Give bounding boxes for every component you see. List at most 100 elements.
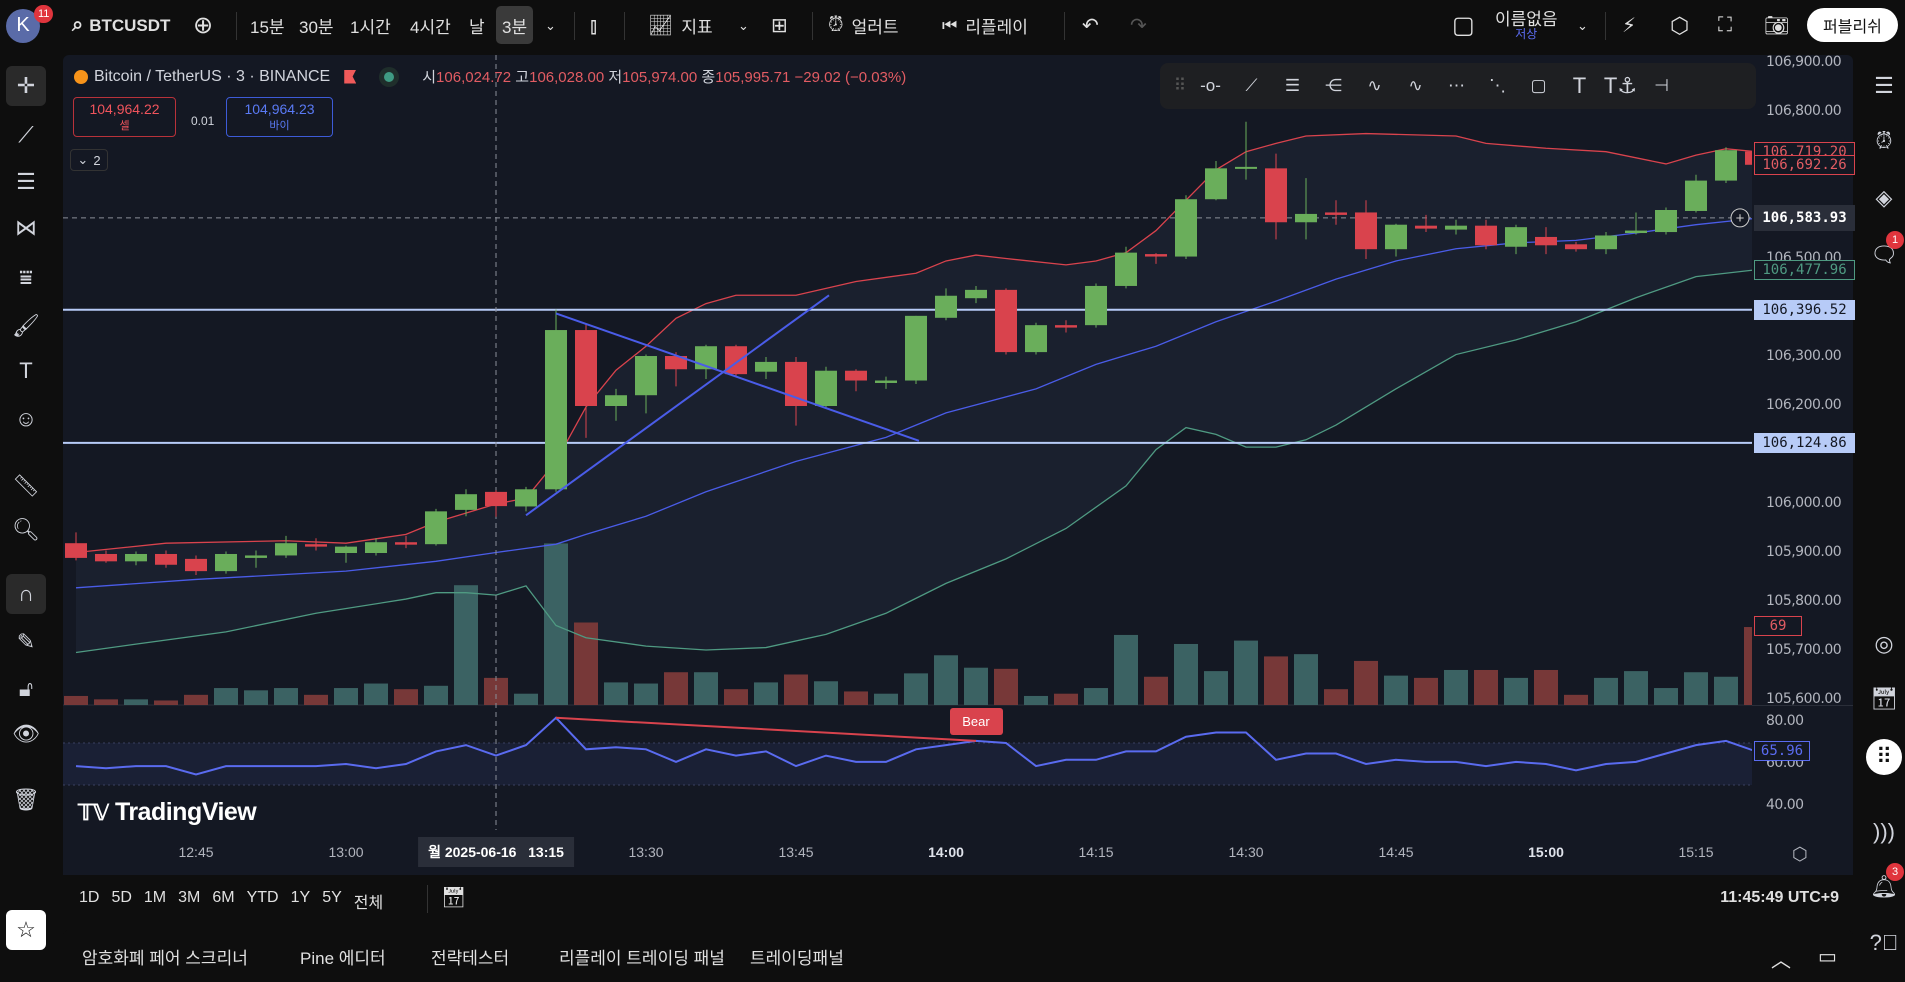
volume-bar: [64, 695, 88, 705]
lock-drawings-tool[interactable]: 🔓︎: [6, 669, 46, 709]
interval-3m-active[interactable]: 3분: [496, 6, 534, 44]
pane-divider[interactable]: [1752, 705, 1853, 706]
chats-button[interactable]: 🗨︎ 1: [1866, 231, 1904, 273]
fib-retracement-tool[interactable]: ⋯: [1436, 66, 1477, 106]
chart-canvas[interactable]: Bear +: [63, 55, 1752, 830]
indicators-dropdown[interactable]: ⌄: [738, 0, 749, 51]
tab-trading-panel[interactable]: 트레이딩패널: [750, 944, 844, 969]
text-tool[interactable]: T: [6, 351, 46, 391]
rectangle-tool[interactable]: ▢: [1518, 66, 1559, 106]
tab-crypto-screener[interactable]: 암호화폐 페어 스크리너: [82, 944, 248, 969]
forecast-tool[interactable]: ⩸: [6, 258, 46, 298]
trendline-tool[interactable]: ⟋: [6, 115, 46, 155]
volume-bar: [1324, 689, 1348, 705]
chart-type-button[interactable]: ⫾: [590, 0, 597, 51]
watchlist-button[interactable]: ☰: [1866, 68, 1902, 104]
fib-tool[interactable]: ☰: [6, 162, 46, 202]
interval-1h[interactable]: 1시간: [350, 0, 391, 51]
pitchfork-tool[interactable]: ⋲: [1313, 66, 1354, 106]
remove-drawings-tool[interactable]: 🗑︎: [6, 780, 46, 820]
fullscreen-button[interactable]: ⛶: [1718, 0, 1732, 51]
range-button-전체[interactable]: 전체: [354, 889, 383, 913]
symbol-search-button[interactable]: ⌕ BTCUSDT: [72, 0, 170, 51]
indicators-collapse-toggle[interactable]: ⌄ 2: [70, 149, 108, 171]
candle-body: [1625, 230, 1647, 234]
layout-dropdown[interactable]: ⌄: [1577, 0, 1588, 51]
hide-drawings-tool[interactable]: 👁︎: [6, 714, 46, 754]
anchored-text-tool[interactable]: T⚓︎: [1600, 66, 1641, 106]
object-tree-button[interactable]: ◈: [1866, 180, 1902, 216]
layout-square-button[interactable]: ▢: [1452, 0, 1475, 51]
symbol-title[interactable]: Bitcoin / TetherUS · 3 · BINANCE: [94, 68, 330, 86]
measure-tool[interactable]: 📏︎: [6, 466, 46, 506]
magnet-tool[interactable]: ∩: [6, 574, 46, 614]
notifications-button[interactable]: 🔔︎ 3: [1866, 863, 1904, 905]
trendline-tool-float[interactable]: ⟋: [1231, 66, 1272, 106]
range-button-3M[interactable]: 3M: [178, 889, 200, 913]
help-button[interactable]: ?⃝: [1866, 925, 1902, 961]
alerts-button[interactable]: ⏰︎: [1866, 123, 1902, 159]
settings-button[interactable]: ⬡: [1670, 0, 1689, 51]
tab-replay-trading-panel[interactable]: 리플레이 트레이딩 패널: [559, 944, 725, 969]
fib-extension-tool[interactable]: ⋱: [1477, 66, 1518, 106]
price-tick: 106,000.00: [1766, 495, 1842, 511]
tradingview-logo[interactable]: 𝕋𝕍 TradingView: [78, 798, 257, 827]
user-menu-button[interactable]: K 11: [6, 0, 54, 51]
pattern-tool[interactable]: ⋈: [6, 208, 46, 248]
zoom-tool[interactable]: 🔍︎: [6, 510, 46, 550]
candle-body: [1265, 168, 1287, 223]
text-tool-float[interactable]: T: [1559, 66, 1600, 106]
compare-symbol-button[interactable]: ⊕: [193, 0, 213, 51]
expand-panel-button[interactable]: ︿: [1771, 944, 1791, 973]
abc-wave-tool[interactable]: ∿: [1395, 66, 1436, 106]
range-button-5Y[interactable]: 5Y: [322, 889, 342, 913]
time-axis-settings-button[interactable]: ⬡: [1792, 844, 1808, 865]
horizontal-ray-tool[interactable]: -o-: [1190, 66, 1231, 106]
products-button[interactable]: ⠿: [1866, 739, 1902, 775]
alert-button[interactable]: ⏰︎ 얼러트: [828, 0, 899, 51]
sell-button[interactable]: 104,964.22 셀: [73, 97, 176, 137]
drag-handle[interactable]: ⠿: [1170, 66, 1190, 106]
range-button-1D[interactable]: 1D: [79, 889, 99, 913]
layouts-button[interactable]: ⊞: [771, 0, 788, 51]
time-tick: 14:15: [1078, 844, 1114, 860]
quick-search-button[interactable]: ⚡︎: [1622, 0, 1636, 51]
range-button-6M[interactable]: 6M: [212, 889, 234, 913]
replay-button[interactable]: ⏮︎ 리플레이: [942, 0, 1028, 51]
tab-pine-editor[interactable]: Pine 에디터: [300, 944, 386, 969]
range-button-5D[interactable]: 5D: [111, 889, 131, 913]
snapshot-button[interactable]: 📷︎: [1764, 0, 1789, 51]
tab-strategy-tester[interactable]: 전략테스터: [431, 944, 509, 969]
brush-tool[interactable]: 🖌︎: [6, 306, 46, 346]
crosshair-tool[interactable]: ✛: [6, 66, 46, 106]
parallel-channel-tool[interactable]: ☰: [1272, 66, 1313, 106]
clock-timezone[interactable]: 11:45:49 UTC+9: [1720, 889, 1839, 907]
screener-button[interactable]: ◎: [1866, 626, 1902, 662]
redo-button[interactable]: ↷: [1130, 0, 1147, 51]
publish-button[interactable]: 퍼블리쉬: [1807, 8, 1898, 42]
interval-15m[interactable]: 15분: [250, 0, 285, 51]
interval-4h[interactable]: 4시간: [410, 0, 451, 51]
maximize-panel-button[interactable]: ▭: [1818, 944, 1837, 969]
flag-icon[interactable]: [344, 69, 357, 84]
icon-tool[interactable]: ☺: [6, 399, 46, 439]
interval-30m[interactable]: 30분: [299, 0, 334, 51]
volume-profile-tool[interactable]: ⊣: [1641, 66, 1682, 106]
interval-day[interactable]: 날: [469, 0, 485, 51]
elliott-wave-tool[interactable]: ∿: [1354, 66, 1395, 106]
stay-drawing-tool[interactable]: ✎: [6, 622, 46, 662]
interval-dropdown[interactable]: ⌄: [545, 0, 556, 51]
undo-button[interactable]: ↶: [1082, 0, 1099, 51]
range-button-1Y[interactable]: 1Y: [291, 889, 311, 913]
layout-name-button[interactable]: 이름없음 저상: [1495, 0, 1558, 51]
price-tick: 106,900.00: [1766, 54, 1842, 70]
goto-date-button[interactable]: 📅︎: [441, 885, 466, 910]
time-tick: 14:45: [1378, 844, 1414, 860]
indicators-button[interactable]: 📈︎ 지표: [648, 0, 713, 51]
range-button-YTD[interactable]: YTD: [247, 889, 279, 913]
range-button-1M[interactable]: 1M: [144, 889, 166, 913]
calendar-button[interactable]: 📅︎: [1866, 681, 1902, 717]
favorites-button[interactable]: ☆: [6, 910, 46, 950]
buy-button[interactable]: 104,964.23 바이: [226, 97, 333, 137]
streams-button[interactable]: ))): [1866, 814, 1902, 850]
